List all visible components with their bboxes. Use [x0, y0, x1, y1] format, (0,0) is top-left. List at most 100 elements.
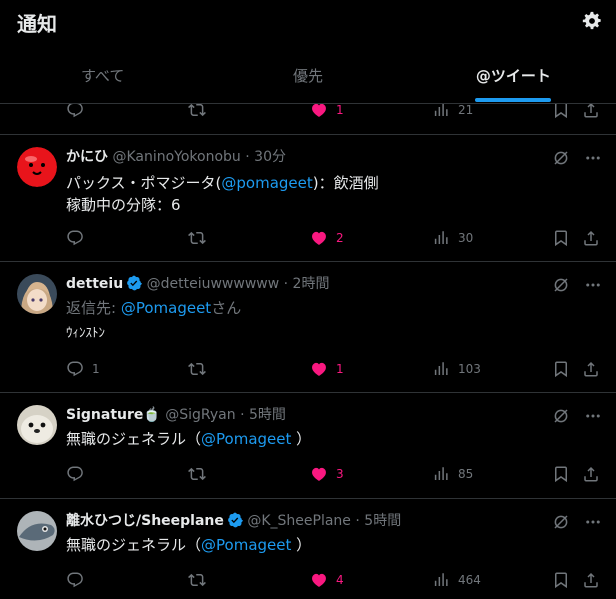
display-name[interactable]: 離水ひつじ/Sheeplane	[66, 513, 224, 529]
views-icon	[432, 360, 450, 378]
tweet-actions: 4 464	[66, 571, 602, 591]
tweet-body: Signature🍵 @SigRyan · 5時間 無職のジェネラル（@Poma…	[66, 405, 600, 450]
tweet-header: 離水ひつじ/Sheeplane @K_SheePlane · 5時間	[66, 511, 600, 531]
reply-context: 返信先: @Pomageetさん	[66, 297, 600, 319]
timestamp[interactable]: 30分	[254, 149, 286, 165]
view-count: 85	[458, 467, 474, 481]
tweet-actions: 1 21	[66, 101, 602, 121]
tweet-item[interactable]: Signature🍵 @SigRyan · 5時間 無職のジェネラル（@Poma…	[0, 393, 616, 499]
views-button[interactable]: 103	[432, 360, 481, 378]
timestamp[interactable]: 5時間	[364, 513, 401, 529]
reply-button[interactable]	[66, 571, 84, 589]
reply-button[interactable]	[66, 465, 84, 483]
views-button[interactable]: 30	[432, 229, 473, 247]
views-button[interactable]: 85	[432, 465, 473, 483]
bookmark-button[interactable]	[552, 229, 570, 247]
notifications-feed: 1 21 かにひ @KaninoYokonobu · 30分 パックス・ポマジー…	[0, 103, 616, 599]
retweet-button[interactable]	[188, 229, 206, 247]
like-count: 4	[336, 573, 344, 587]
separator: ·	[240, 149, 255, 165]
more-options-icon[interactable]	[584, 407, 602, 425]
avatar[interactable]	[17, 274, 57, 314]
mention-link[interactable]: @Pomageet	[201, 536, 291, 554]
display-name[interactable]: detteiu	[66, 276, 123, 292]
user-handle[interactable]: @detteiuwwwwww	[147, 276, 280, 292]
reply-label: 返信先:	[66, 299, 121, 317]
tweet-top-controls	[552, 276, 602, 294]
settings-gear-icon[interactable]	[582, 11, 602, 31]
reply-to-link[interactable]: @Pomageet	[121, 299, 211, 317]
tweet-text: ｳｨﾝｽﾄﾝ	[66, 326, 105, 341]
page-title: 通知	[17, 12, 57, 36]
mention-link[interactable]: @pomageet	[221, 174, 312, 192]
bookmark-icon	[552, 465, 570, 483]
display-name[interactable]: Signature🍵	[66, 407, 161, 423]
like-button[interactable]: 4	[310, 571, 344, 589]
like-button[interactable]: 2	[310, 229, 344, 247]
reply-count: 1	[92, 362, 100, 376]
avatar[interactable]	[17, 511, 57, 551]
text-line: 稼動中の分隊：6	[66, 196, 181, 214]
share-button[interactable]	[582, 360, 600, 378]
like-button[interactable]: 3	[310, 465, 344, 483]
retweet-icon	[188, 360, 206, 378]
timestamp[interactable]: 5時間	[249, 407, 286, 423]
user-handle[interactable]: @K_SheePlane	[247, 513, 351, 529]
bookmark-button[interactable]	[552, 465, 570, 483]
not-interested-icon[interactable]	[552, 149, 570, 167]
tab-priority[interactable]: 優先	[205, 52, 410, 102]
share-button[interactable]	[582, 229, 600, 247]
reply-icon	[66, 229, 84, 247]
like-count: 3	[336, 467, 344, 481]
tweet-actions: 3 85	[66, 465, 602, 485]
share-button[interactable]	[582, 571, 600, 589]
bookmark-button[interactable]	[552, 360, 570, 378]
view-count: 103	[458, 362, 481, 376]
user-handle[interactable]: @SigRyan	[165, 407, 235, 423]
active-tab-indicator	[475, 98, 552, 102]
reply-button[interactable]: 1	[66, 360, 100, 378]
not-interested-icon[interactable]	[552, 513, 570, 531]
not-interested-icon[interactable]	[552, 407, 570, 425]
avatar-seal-icon	[17, 405, 57, 445]
views-icon	[432, 571, 450, 589]
tweet-item[interactable]: 離水ひつじ/Sheeplane @K_SheePlane · 5時間 無職のジェ…	[0, 499, 616, 599]
tab-all[interactable]: すべて	[0, 52, 205, 102]
tweet-top-controls	[552, 513, 602, 531]
timestamp[interactable]: 2時間	[293, 276, 330, 292]
display-name[interactable]: かにひ	[66, 149, 108, 165]
mention-link[interactable]: @Pomageet	[201, 430, 291, 448]
avatar[interactable]	[17, 147, 57, 187]
not-interested-icon[interactable]	[552, 276, 570, 294]
like-button[interactable]: 1	[310, 360, 344, 378]
more-options-icon[interactable]	[584, 276, 602, 294]
more-options-icon[interactable]	[584, 513, 602, 531]
share-button[interactable]	[582, 465, 600, 483]
share-icon	[582, 465, 600, 483]
reply-icon	[66, 571, 84, 589]
like-count: 1	[336, 362, 344, 376]
notification-tabs: すべて 優先 @ツイート	[0, 52, 616, 102]
heart-icon	[310, 360, 328, 378]
views-button[interactable]: 464	[432, 571, 481, 589]
retweet-button[interactable]	[188, 465, 206, 483]
retweet-button[interactable]	[188, 571, 206, 589]
tab-priority-label: 優先	[292, 67, 323, 85]
avatar[interactable]	[17, 405, 57, 445]
views-icon	[432, 465, 450, 483]
user-handle[interactable]: @KaninoYokonobu	[112, 149, 240, 165]
retweet-button[interactable]	[188, 360, 206, 378]
tab-all-label: すべて	[80, 67, 125, 85]
reply-button[interactable]	[66, 229, 84, 247]
tweet-item[interactable]: detteiu @detteiuwwwwww · 2時間 返信先: @Pomag…	[0, 262, 616, 393]
avatar-anime-character-icon	[17, 274, 57, 314]
bookmark-button[interactable]	[552, 571, 570, 589]
tweet-item[interactable]: かにひ @KaninoYokonobu · 30分 パックス・ポマジータ(@po…	[0, 135, 616, 262]
tweet-partial[interactable]: 1 21	[0, 103, 616, 135]
like-count: 2	[336, 231, 344, 245]
tweet-top-controls	[552, 407, 602, 425]
tab-mentions[interactable]: @ツイート	[411, 52, 616, 102]
more-options-icon[interactable]	[584, 149, 602, 167]
text-segment: 無職のジェネラル（	[66, 430, 202, 448]
heart-icon	[310, 571, 328, 589]
